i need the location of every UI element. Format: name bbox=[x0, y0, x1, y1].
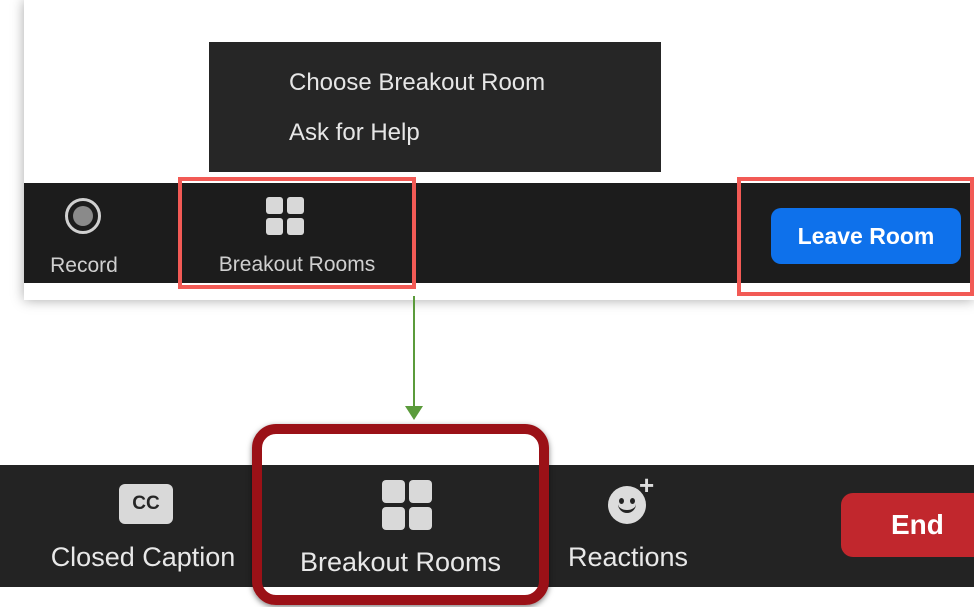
breakout-rooms-button-bottom[interactable]: Breakout Rooms bbox=[252, 424, 549, 605]
cc-icon: CC bbox=[119, 484, 173, 524]
record-button[interactable]: Record bbox=[38, 197, 130, 281]
menu-item-choose-breakout-room[interactable]: Choose Breakout Room bbox=[289, 69, 545, 97]
breakout-rooms-label-top: Breakout Rooms bbox=[218, 253, 376, 276]
leave-room-button[interactable]: Leave Room bbox=[771, 208, 961, 264]
closed-caption-label: Closed Caption bbox=[50, 542, 236, 572]
arrow-down-icon bbox=[413, 296, 415, 408]
reactions-button[interactable]: + Reactions bbox=[558, 470, 698, 586]
breakout-popup-menu: Choose Breakout Room Ask for Help bbox=[209, 42, 661, 172]
closed-caption-button[interactable]: CC Closed Caption bbox=[38, 482, 248, 582]
reactions-label: Reactions bbox=[567, 542, 689, 572]
leave-room-highlight: Leave Room bbox=[737, 177, 974, 296]
record-label: Record bbox=[50, 254, 118, 277]
end-meeting-button[interactable]: End bbox=[841, 493, 974, 557]
plus-icon: + bbox=[639, 470, 655, 500]
menu-item-ask-for-help[interactable]: Ask for Help bbox=[289, 119, 420, 147]
grid-icon bbox=[266, 197, 304, 235]
grid-icon bbox=[382, 480, 432, 530]
record-icon bbox=[65, 198, 101, 234]
breakout-rooms-button-top[interactable]: Breakout Rooms bbox=[178, 177, 416, 289]
breakout-rooms-label-bottom: Breakout Rooms bbox=[299, 547, 502, 577]
arrow-head bbox=[405, 406, 423, 420]
